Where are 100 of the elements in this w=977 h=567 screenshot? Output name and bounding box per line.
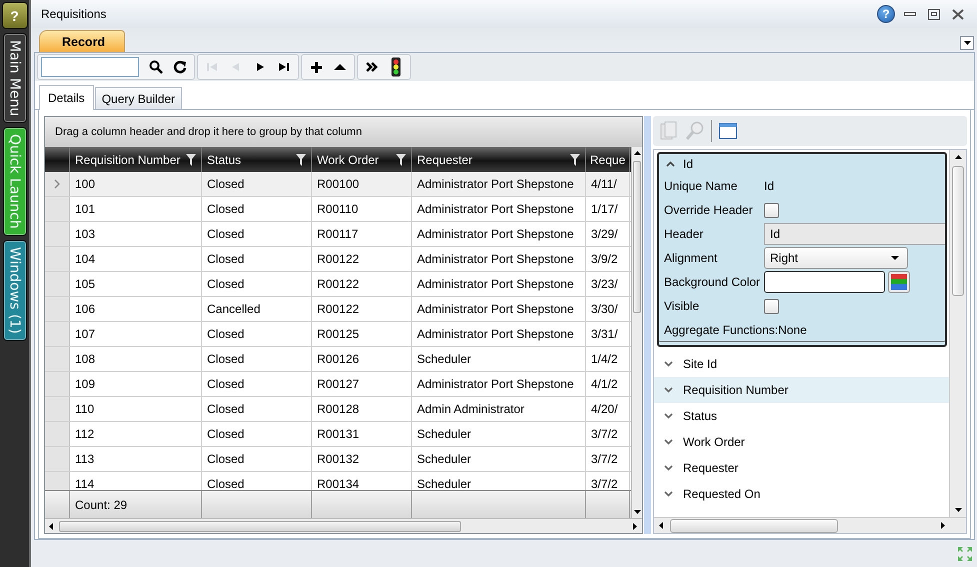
- field-label: Alignment: [664, 251, 718, 265]
- checkbox[interactable]: [764, 298, 779, 314]
- scroll-down-icon[interactable]: [954, 508, 962, 512]
- table-cell: R00110: [312, 197, 412, 221]
- search-icon[interactable]: [149, 60, 163, 74]
- filter-icon[interactable]: [396, 154, 406, 166]
- table-cell: 113: [70, 447, 202, 471]
- caret-icon[interactable]: [891, 256, 899, 260]
- property-group[interactable]: Id Unique Name Id Override Header Header Id Alignment Right Background Color Visible Aggregate Functions:None: [657, 152, 947, 347]
- table-cell: 110: [70, 397, 202, 421]
- property-item[interactable]: Site Id: [654, 351, 949, 377]
- scroll-right-icon[interactable]: [633, 522, 637, 530]
- search-field[interactable]: [41, 57, 139, 77]
- sidebar-button[interactable]: Windows (1): [2, 240, 26, 341]
- last-record-icon[interactable]: [278, 62, 290, 72]
- table-cell: 1/17/: [586, 197, 630, 221]
- table-row[interactable]: 113 Closed R00132 Scheduler 3/7/2: [45, 447, 631, 472]
- table-cell: R00122: [312, 272, 412, 296]
- minimize-icon[interactable]: [904, 11, 916, 17]
- table-cell: Scheduler: [412, 347, 586, 371]
- horizontal-scrollbar[interactable]: [45, 518, 642, 533]
- table-row[interactable]: 103 Closed R00117 Administrator Port Shepstone 3/29/: [45, 222, 631, 247]
- checkbox[interactable]: [764, 202, 779, 218]
- group-by-panel[interactable]: Drag a column header and drop it here to group by that column: [45, 117, 642, 147]
- filter-icon[interactable]: [570, 154, 580, 166]
- next-record-icon[interactable]: [255, 62, 265, 72]
- input-field[interactable]: Id: [764, 223, 945, 245]
- table-cell: R00117: [312, 222, 412, 246]
- table-cell: 3/9/2: [586, 247, 630, 271]
- maximize-icon[interactable]: [928, 8, 940, 20]
- table-row[interactable]: 107 Closed R00125 Administrator Port Shepstone 3/31/: [45, 322, 631, 347]
- scroll-left-icon[interactable]: [49, 522, 53, 530]
- chevron-down-icon[interactable]: [664, 439, 673, 445]
- chevron-down-icon[interactable]: [664, 491, 673, 497]
- table-cell: 1/4/2: [586, 347, 630, 371]
- table-row[interactable]: 106 Cancelled R00122 Administrator Port Shepstone 3/30/: [45, 297, 631, 322]
- chevron-up-icon[interactable]: [666, 161, 675, 167]
- table-row[interactable]: 101 Closed R00110 Administrator Port Shepstone 1/17/: [45, 197, 631, 222]
- field-label: Background Color: [664, 275, 762, 289]
- table-cell: Cancelled: [202, 297, 312, 321]
- table-cell: Admin Administrator: [412, 397, 586, 421]
- table-cell: Closed: [202, 247, 312, 271]
- table-cell: Closed: [202, 172, 312, 196]
- scroll-down-icon[interactable]: [634, 510, 640, 514]
- property-label: Work Order: [683, 435, 745, 449]
- chevron-down-icon[interactable]: [664, 387, 673, 393]
- caret-icon[interactable]: [964, 41, 970, 45]
- property-item[interactable]: Requisition Number: [654, 377, 949, 403]
- table-row[interactable]: 109 Closed R00127 Administrator Port Shepstone 4/1/2: [45, 372, 631, 397]
- up-triangle-icon[interactable]: [334, 63, 346, 71]
- plus-icon[interactable]: [310, 62, 322, 72]
- vertical-scrollbar[interactable]: [631, 147, 642, 518]
- vertical-scrollbar[interactable]: [949, 150, 966, 517]
- filter-icon[interactable]: [186, 154, 196, 166]
- input-field[interactable]: [764, 271, 885, 293]
- field-label: Unique Name: [664, 179, 738, 193]
- horizontal-scrollbar[interactable]: [654, 517, 966, 533]
- table-cell: Closed: [202, 397, 312, 421]
- property-item[interactable]: Requested On: [654, 481, 949, 507]
- chevron-down-icon[interactable]: [664, 413, 673, 419]
- table-cell: Closed: [202, 347, 312, 371]
- scroll-right-icon[interactable]: [941, 522, 945, 529]
- record-tab[interactable]: Record: [39, 30, 126, 52]
- sidebar-button[interactable]: Main Menu: [2, 33, 26, 124]
- double-chevron-icon[interactable]: [366, 62, 378, 72]
- property-item[interactable]: Work Order: [654, 429, 949, 455]
- window-icon[interactable]: [719, 123, 737, 139]
- refresh-icon[interactable]: [173, 60, 187, 74]
- table-cell: R00128: [312, 397, 412, 421]
- table-cell: Administrator Port Shepstone: [412, 247, 586, 271]
- table-cell: 101: [70, 197, 202, 221]
- table-cell: Closed: [202, 272, 312, 296]
- filter-icon[interactable]: [296, 154, 306, 166]
- table-row[interactable]: 110 Closed R00128 Admin Administrator 4/20/: [45, 397, 631, 422]
- table-row[interactable]: 105 Closed R00122 Administrator Port Shepstone 3/23/: [45, 272, 631, 297]
- table-cell: R00132: [312, 447, 412, 471]
- window-title: Requisitions: [41, 7, 108, 21]
- field-label: Visible: [664, 299, 700, 313]
- scroll-up-icon[interactable]: [634, 151, 640, 155]
- table-cell: 3/7/2: [586, 422, 630, 446]
- table-row[interactable]: 100 Closed R00100 Administrator Port Shepstone 4/11/: [45, 172, 631, 197]
- close-icon[interactable]: [952, 8, 964, 20]
- table-row[interactable]: 112 Closed R00131 Scheduler 3/7/2: [45, 422, 631, 447]
- table-row[interactable]: 108 Closed R00126 Scheduler 1/4/2: [45, 347, 631, 372]
- traffic-light-icon[interactable]: [391, 57, 401, 77]
- field-label: Override Header: [664, 203, 754, 217]
- tab[interactable]: Details: [39, 85, 94, 110]
- dropdown[interactable]: Right: [764, 247, 908, 269]
- property-item[interactable]: Requester: [654, 455, 949, 481]
- tab[interactable]: Query Builder: [94, 87, 182, 109]
- scroll-up-icon[interactable]: [954, 155, 962, 159]
- scroll-left-icon[interactable]: [659, 522, 663, 529]
- table-cell: Scheduler: [412, 422, 586, 446]
- chevron-down-icon[interactable]: [664, 361, 673, 367]
- chevron-down-icon[interactable]: [664, 465, 673, 471]
- field-label: Header: [664, 227, 704, 241]
- property-item[interactable]: Status: [654, 403, 949, 429]
- property-label: Requisition Number: [683, 383, 788, 397]
- table-row[interactable]: 104 Closed R00122 Administrator Port Shepstone 3/9/2: [45, 247, 631, 272]
- dropdown-button[interactable]: [960, 36, 974, 50]
